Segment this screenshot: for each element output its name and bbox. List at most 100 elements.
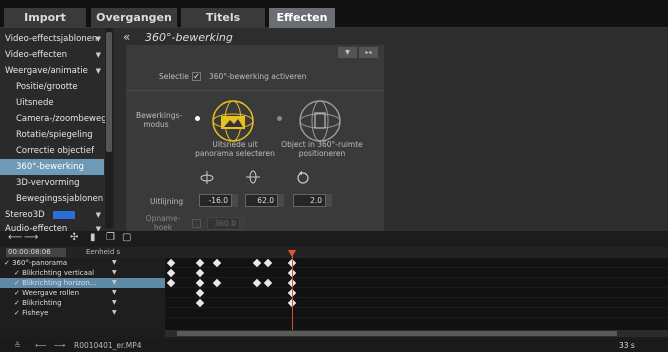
tab-titels[interactable]: Titels xyxy=(181,8,265,28)
tilt-value-input[interactable]: -16.0 xyxy=(199,194,232,207)
timeline-toolbar: ⟵ ⟶ ✣ ▮ ❐ ▢ xyxy=(0,231,668,247)
arrow-right-icon[interactable]: ⟶ xyxy=(24,232,38,243)
roll-value-input[interactable]: 2.0 xyxy=(293,194,326,207)
timeline-scrollbar[interactable] xyxy=(165,330,668,337)
chevron-down-icon: ▼ xyxy=(95,51,101,59)
unit-label: Eenheid s xyxy=(86,248,121,256)
sidebar-item-uitsnede[interactable]: Uitsnede xyxy=(0,95,104,111)
file-name: R0010401_er.MP4 xyxy=(74,341,142,350)
trash-icon[interactable]: ▮ xyxy=(90,232,96,243)
tilt-spinner[interactable] xyxy=(232,194,238,207)
keyframe-marker[interactable] xyxy=(195,288,205,298)
keyframe-marker[interactable] xyxy=(166,258,176,268)
opnamehoek-spinner[interactable] xyxy=(240,217,246,230)
track-row[interactable]: ✓ Blikrichting verticaal ▼ xyxy=(0,268,165,278)
copy-icon[interactable]: ❐ xyxy=(106,232,115,243)
effect-panel: « 360°-bewerking ▼ ▸◂ Selectie ✓ 360°-be… xyxy=(115,28,668,232)
tab-import[interactable]: Import xyxy=(4,8,86,28)
pan-spinner[interactable] xyxy=(278,194,284,207)
sidebar-item-videoeffecten[interactable]: Video-effecten ▼ xyxy=(0,47,104,63)
opnamehoek-input[interactable]: 360.0 xyxy=(207,217,240,230)
roll-spinner[interactable] xyxy=(326,194,332,207)
opnamehoek-checkbox[interactable] xyxy=(192,219,201,228)
chevron-down-icon[interactable]: ▼ xyxy=(112,278,117,288)
keyframe-lane[interactable] xyxy=(165,298,668,308)
chevron-down-icon: ▼ xyxy=(95,35,101,43)
chevron-down-icon: ▼ xyxy=(95,67,101,75)
uitlijning-label: Uitlijning xyxy=(150,197,184,206)
object-position-icon[interactable] xyxy=(297,98,343,144)
sidebar-item-bewegingssjablonen[interactable]: Bewegingssjablonen xyxy=(0,191,104,207)
sidebar-item-weergave-animatie[interactable]: Weergave/animatie ▼ xyxy=(0,63,104,79)
track-row[interactable]: ✓ Fisheye ▼ xyxy=(0,308,165,318)
paste-icon[interactable]: ▢ xyxy=(122,232,131,243)
keyframe-marker[interactable] xyxy=(263,278,273,288)
keyframe-marker[interactable] xyxy=(195,268,205,278)
chevron-down-icon[interactable]: ▼ xyxy=(112,268,117,278)
dropdown-icon[interactable]: ▼ xyxy=(338,47,357,58)
tab-bar: Import Overgangen Titels Effecten xyxy=(0,0,668,28)
tab-overgangen[interactable]: Overgangen xyxy=(91,8,177,28)
sidebar-scrollbar[interactable] xyxy=(105,28,113,228)
keyframe-marker[interactable] xyxy=(166,278,176,288)
add-keyframe-icon[interactable]: ✣ xyxy=(70,232,78,243)
keyframe-marker[interactable] xyxy=(263,258,273,268)
keyframe-lane[interactable] xyxy=(165,278,668,288)
track-row[interactable]: ✓ Blikrichting ▼ xyxy=(0,298,165,308)
track-list: ✓ 360°-panorama ▼ ✓ Blikrichting verticaa… xyxy=(0,258,165,330)
pan-value-input[interactable]: 62.0 xyxy=(245,194,278,207)
sidebar-item-positie[interactable]: Positie/grootte xyxy=(0,79,104,95)
panorama-selection-icon[interactable] xyxy=(210,98,256,144)
timeline-header: 00:00:08:06 Eenheid s xyxy=(0,247,668,258)
status-bar: ≚ ⟵ ⟶ R0010401_er.MP4 33 s xyxy=(0,340,668,352)
mode-radio-uitsnede[interactable] xyxy=(195,116,200,121)
keyframe-lane[interactable] xyxy=(165,308,668,318)
sidebar-item-rotatie[interactable]: Rotatie/spiegeling xyxy=(0,127,104,143)
keyframe-marker[interactable] xyxy=(195,278,205,288)
keyframe-lane[interactable] xyxy=(165,288,668,298)
keyframe-marker[interactable] xyxy=(212,258,222,268)
sidebar-item-360-bewerking[interactable]: 360°-bewerking xyxy=(0,159,104,175)
duration-label: 33 s xyxy=(619,341,635,350)
expand-icon[interactable]: ≚ xyxy=(14,341,21,350)
keyframe-marker[interactable] xyxy=(212,278,222,288)
mode-radio-object[interactable] xyxy=(277,116,282,121)
keyframe-lanes xyxy=(165,250,668,330)
chevron-down-icon[interactable]: ▼ xyxy=(112,288,117,298)
panel-title: 360°-bewerking xyxy=(145,31,233,44)
keyframe-marker[interactable] xyxy=(252,278,262,288)
sidebar-item-videoeffectsjablonen[interactable]: Video-effectsjablonen ▼ xyxy=(0,31,104,47)
vertical-tilt-icon xyxy=(200,171,214,184)
sidebar-item-camera[interactable]: Camera-/zoombeweg. xyxy=(0,111,109,127)
horizontal-pan-icon xyxy=(246,170,260,184)
tab-effecten[interactable]: Effecten xyxy=(269,8,335,28)
timeline-scroll-thumb[interactable] xyxy=(177,331,617,336)
keyframe-marker[interactable] xyxy=(195,298,205,308)
mode-label: Bewerkings- modus xyxy=(136,111,183,129)
playhead[interactable] xyxy=(292,250,293,330)
chevron-down-icon[interactable]: ▼ xyxy=(112,258,117,268)
sidebar-scroll-thumb[interactable] xyxy=(106,32,112,152)
track-row[interactable]: ✓ 360°-panorama ▼ xyxy=(0,258,165,268)
next-icon[interactable]: ⟶ xyxy=(54,341,65,350)
arrow-left-icon[interactable]: ⟵ xyxy=(8,232,22,243)
sidebar-item-3d-vervorming[interactable]: 3D-vervorming xyxy=(0,175,104,191)
track-row[interactable]: ✓ Blikrichting horizon... ▼ xyxy=(0,278,165,288)
prev-icon[interactable]: ⟵ xyxy=(35,341,46,350)
keyframe-lane[interactable] xyxy=(165,268,668,278)
keyframe-lane[interactable] xyxy=(165,258,668,268)
keyframe-marker[interactable] xyxy=(252,258,262,268)
activate-360-label: 360°-bewerking activeren xyxy=(209,72,307,81)
activate-360-checkbox[interactable]: ✓ xyxy=(192,72,201,81)
track-row[interactable]: ✓ Weergave rollen ▼ xyxy=(0,288,165,298)
option-uitsnede-label: Uitsnede uit panorama selecteren xyxy=(195,140,275,158)
keyframe-marker[interactable] xyxy=(166,268,176,278)
expand-icon[interactable]: ▸◂ xyxy=(359,47,378,58)
collapse-panel-button[interactable]: « xyxy=(123,30,130,44)
keyframe-marker[interactable] xyxy=(195,258,205,268)
chevron-down-icon[interactable]: ▼ xyxy=(112,308,117,318)
chevron-down-icon[interactable]: ▼ xyxy=(112,298,117,308)
timecode-display[interactable]: 00:00:08:06 xyxy=(6,248,66,257)
sidebar-item-correctie[interactable]: Correctie objectief xyxy=(0,143,104,159)
divider xyxy=(126,90,384,91)
